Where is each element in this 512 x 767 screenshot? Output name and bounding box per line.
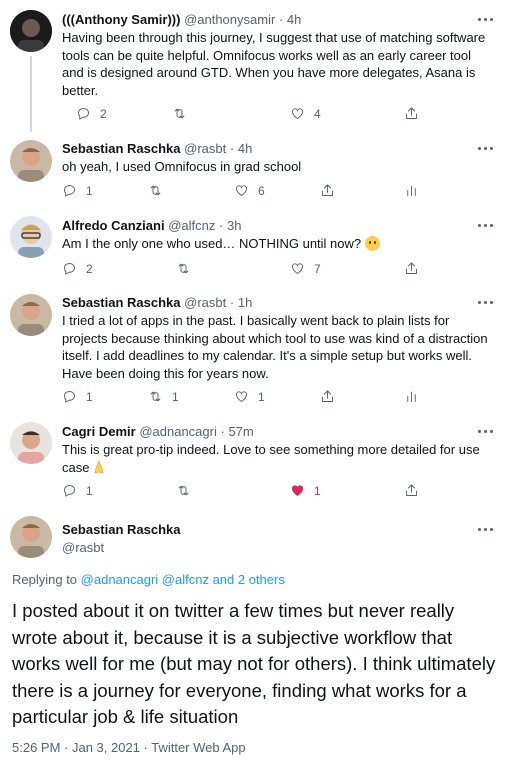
analytics-icon bbox=[404, 183, 419, 198]
like-button[interactable]: 7 bbox=[290, 261, 321, 276]
reply-icon bbox=[62, 483, 77, 498]
tweet-actions: 1 1 1 bbox=[62, 389, 482, 409]
avatar[interactable] bbox=[10, 294, 52, 336]
user-handle[interactable]: @alfcnz bbox=[168, 218, 215, 233]
user-handle[interactable]: @rasbt bbox=[184, 295, 226, 310]
reply-icon bbox=[76, 106, 91, 121]
like-button[interactable]: 1 bbox=[234, 389, 265, 404]
timestamp[interactable]: 3h bbox=[227, 218, 241, 233]
display-name[interactable]: Alfredo Canziani bbox=[62, 218, 165, 233]
like-icon bbox=[290, 261, 305, 276]
tweet-text: oh yeah, I used Omnifocus in grad school bbox=[62, 159, 302, 174]
user-handle[interactable]: @adnancagri bbox=[139, 424, 217, 439]
tweet-header: Sebastian Raschka @rasbt · 1h bbox=[62, 295, 253, 310]
timestamp[interactable]: 4h bbox=[238, 141, 252, 156]
retweet-button[interactable] bbox=[172, 106, 196, 121]
more-icon[interactable] bbox=[478, 143, 494, 153]
user-handle[interactable]: @rasbt bbox=[62, 540, 104, 556]
reply-icon bbox=[62, 389, 77, 404]
thread-line bbox=[30, 56, 32, 132]
reply-button[interactable]: 2 bbox=[62, 261, 93, 276]
share-icon bbox=[320, 183, 335, 198]
avatar[interactable] bbox=[10, 10, 52, 52]
share-icon bbox=[320, 389, 335, 404]
tweet-header: (((Anthony Samir))) @anthonysamir · 4h bbox=[62, 12, 302, 27]
share-button[interactable] bbox=[404, 106, 419, 121]
retweet-icon bbox=[176, 261, 191, 276]
timestamp[interactable]: 4h bbox=[287, 12, 301, 27]
share-icon bbox=[404, 483, 419, 498]
display-name[interactable]: Cagri Demir bbox=[62, 424, 136, 439]
share-icon bbox=[404, 106, 419, 121]
retweet-button[interactable] bbox=[176, 261, 200, 276]
retweet-icon bbox=[148, 389, 163, 404]
analytics-button[interactable] bbox=[404, 389, 419, 404]
analytics-icon bbox=[404, 389, 419, 404]
like-icon bbox=[234, 389, 249, 404]
analytics-button[interactable] bbox=[404, 183, 419, 198]
tweet-text: Having been through this journey, I sugg… bbox=[62, 30, 486, 98]
replying-to: Replying to @adnancagri @alfcnz and 2 ot… bbox=[12, 572, 285, 587]
tweet-text: This is great pro-tip indeed. Love to se… bbox=[62, 442, 480, 475]
retweet-icon bbox=[176, 483, 191, 498]
share-button[interactable] bbox=[404, 261, 419, 276]
tweet-text: I tried a lot of apps in the past. I bas… bbox=[62, 313, 488, 381]
reply-button[interactable]: 2 bbox=[76, 106, 107, 121]
timestamp[interactable]: 1h bbox=[238, 295, 252, 310]
retweet-icon bbox=[172, 106, 187, 121]
user-handle[interactable]: @anthonysamir bbox=[184, 12, 275, 27]
share-button[interactable] bbox=[320, 389, 335, 404]
avatar[interactable] bbox=[10, 422, 52, 464]
more-icon[interactable] bbox=[478, 14, 494, 24]
smile-emoji bbox=[364, 236, 380, 251]
reply-button[interactable]: 1 bbox=[62, 483, 93, 498]
like-icon bbox=[290, 106, 305, 121]
share-button[interactable] bbox=[320, 183, 335, 198]
replying-to-links[interactable]: @adnancagri @alfcnz and 2 others bbox=[81, 572, 285, 587]
retweet-icon bbox=[148, 183, 163, 198]
tweet-actions: 2 4 bbox=[62, 106, 482, 126]
avatar[interactable] bbox=[10, 140, 52, 182]
avatar[interactable] bbox=[10, 516, 52, 558]
reply-icon bbox=[62, 261, 77, 276]
more-icon[interactable] bbox=[478, 426, 494, 436]
like-button[interactable]: 1 bbox=[290, 483, 321, 498]
display-name[interactable]: Sebastian Raschka bbox=[62, 295, 181, 310]
folded-hands-emoji bbox=[94, 459, 104, 473]
tweet-header: Sebastian Raschka @rasbt · 4h bbox=[62, 141, 253, 156]
tweet-meta[interactable]: 5:26 PM · Jan 3, 2021 · Twitter Web App bbox=[12, 740, 246, 755]
retweet-button[interactable]: 1 bbox=[148, 389, 179, 404]
user-handle[interactable]: @rasbt bbox=[184, 141, 226, 156]
like-button[interactable]: 6 bbox=[234, 183, 265, 198]
tweet-anthony-samir[interactable]: (((Anthony Samir))) @anthonysamir · 4h H… bbox=[0, 0, 512, 132]
display-name[interactable]: (((Anthony Samir))) bbox=[62, 12, 180, 27]
tweet-header: Alfredo Canziani @alfcnz · 3h bbox=[62, 218, 242, 233]
like-button[interactable]: 4 bbox=[290, 106, 321, 121]
tweet-actions: 2 7 bbox=[62, 261, 482, 281]
reply-button[interactable]: 1 bbox=[62, 183, 93, 198]
tweet-actions: 1 6 bbox=[62, 183, 482, 203]
share-icon bbox=[404, 261, 419, 276]
more-icon[interactable] bbox=[478, 220, 494, 230]
reply-icon bbox=[62, 183, 77, 198]
avatar[interactable] bbox=[10, 216, 52, 258]
more-icon[interactable] bbox=[478, 524, 494, 534]
tweet-header: Cagri Demir @adnancagri · 57m bbox=[62, 424, 254, 439]
reply-button[interactable]: 1 bbox=[62, 389, 93, 404]
focal-tweet-text: I posted about it on twitter a few times… bbox=[12, 600, 496, 727]
display-name[interactable]: Sebastian Raschka bbox=[62, 522, 181, 538]
like-icon bbox=[290, 483, 305, 498]
more-icon[interactable] bbox=[478, 297, 494, 307]
share-button[interactable] bbox=[404, 483, 419, 498]
display-name[interactable]: Sebastian Raschka bbox=[62, 141, 181, 156]
retweet-button[interactable] bbox=[148, 183, 172, 198]
tweet-actions: 1 1 bbox=[62, 483, 482, 503]
like-icon bbox=[234, 183, 249, 198]
timestamp[interactable]: 57m bbox=[228, 424, 253, 439]
tweet-text: Am I the only one who used… NOTHING unti… bbox=[62, 235, 492, 253]
retweet-button[interactable] bbox=[176, 483, 200, 498]
